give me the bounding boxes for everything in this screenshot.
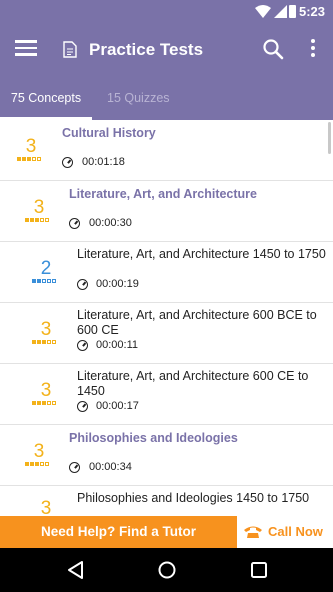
phone-icon	[244, 526, 262, 538]
menu-icon[interactable]	[15, 40, 37, 58]
wifi-icon	[255, 5, 271, 18]
app-bar: Practice Tests	[0, 24, 333, 76]
score-level	[25, 462, 49, 466]
scrollbar[interactable]	[328, 122, 331, 154]
score-value: 3	[40, 380, 52, 401]
back-icon[interactable]	[66, 560, 84, 580]
duration: 00:00:30	[89, 217, 132, 229]
signal-icon	[274, 5, 287, 18]
list-item[interactable]: 3 Philosophies and Ideologies 1450 to 17…	[0, 486, 333, 516]
score-level	[32, 401, 56, 405]
concept-title: Philosophies and Ideologies	[69, 431, 238, 445]
more-icon[interactable]	[308, 39, 318, 59]
list-item[interactable]: 2 Literature, Art, and Architecture 1450…	[0, 242, 333, 303]
clock-icon	[69, 218, 80, 229]
duration: 00:01:18	[82, 156, 125, 168]
tab-bar: 75 Concepts 15 Quizzes	[0, 76, 333, 120]
clock-icon	[62, 157, 73, 168]
concept-title: Literature, Art, and Architecture 1450 t…	[77, 247, 326, 261]
duration: 00:00:34	[89, 461, 132, 473]
tab-concepts[interactable]: 75 Concepts	[0, 76, 92, 120]
duration: 00:00:17	[96, 400, 139, 412]
list-item[interactable]: 3 Literature, Art, and Architecture 600 …	[0, 303, 333, 364]
score-value: 3	[40, 498, 52, 516]
score-value: 3	[33, 441, 45, 462]
score-value: 2	[40, 258, 52, 279]
document-icon	[63, 41, 77, 58]
list-item[interactable]: 3 Literature, Art, and Architecture 600 …	[0, 364, 333, 425]
concept-title: Literature, Art, and Architecture 600 BC…	[77, 308, 317, 337]
concept-title: Literature, Art, and Architecture	[69, 187, 258, 201]
status-bar: 5:23	[0, 0, 333, 24]
clock-icon	[77, 340, 88, 351]
home-icon[interactable]	[157, 560, 177, 580]
list-item[interactable]: 3 Cultural History 00:01:18	[0, 120, 333, 181]
call-now-label: Call Now	[268, 524, 323, 539]
battery-icon	[289, 5, 296, 18]
tab-quizzes-label: 15 Quizzes	[107, 91, 170, 105]
clock-icon	[77, 279, 88, 290]
recents-icon[interactable]	[250, 560, 268, 580]
search-icon[interactable]	[262, 38, 284, 60]
score-value: 3	[40, 319, 52, 340]
clock-icon	[77, 401, 88, 412]
system-nav-bar	[0, 548, 333, 592]
score-value: 3	[25, 136, 37, 157]
score-level	[32, 340, 56, 344]
list-item[interactable]: 3 Philosophies and Ideologies 00:00:34	[0, 425, 333, 486]
find-tutor-button[interactable]: Need Help? Find a Tutor	[0, 516, 237, 548]
score-level	[32, 279, 56, 283]
concept-list[interactable]: 3 Cultural History 00:01:18 3 Literature…	[0, 120, 333, 516]
concept-title: Philosophies and Ideologies 1450 to 1750	[77, 491, 310, 505]
duration: 00:00:11	[96, 339, 139, 351]
call-now-button[interactable]: Call Now	[237, 516, 333, 548]
concept-title: Cultural History	[62, 126, 156, 140]
status-time: 5:23	[298, 4, 325, 19]
tab-quizzes[interactable]: 15 Quizzes	[107, 76, 170, 120]
score-value: 3	[33, 197, 45, 218]
duration: 00:00:19	[96, 278, 139, 290]
page-title: Practice Tests	[89, 40, 204, 59]
concept-title: Literature, Art, and Architecture 600 CE…	[77, 369, 309, 398]
tab-concepts-label: 75 Concepts	[10, 91, 82, 105]
list-item[interactable]: 3 Literature, Art, and Architecture 00:0…	[0, 181, 333, 242]
clock-icon	[69, 462, 80, 473]
score-level	[17, 157, 41, 161]
help-banner: Need Help? Find a Tutor Call Now	[0, 516, 333, 548]
score-level	[25, 218, 49, 222]
